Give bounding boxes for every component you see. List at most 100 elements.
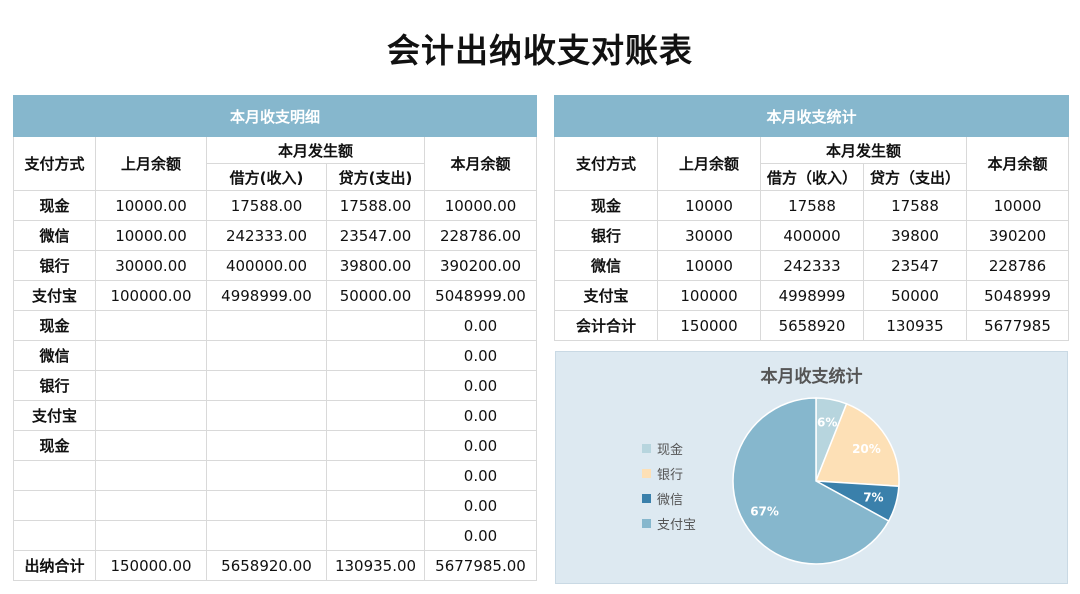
previous-balance-cell: 10000.00 <box>95 220 207 251</box>
previous-balance-cell <box>95 370 207 401</box>
pie-chart: 本月收支统计 现金 银行 微信 支付宝 6% 20% 7% 67% <box>555 351 1068 584</box>
payment-method-cell <box>13 520 96 551</box>
payment-method-cell: 银行 <box>554 220 658 251</box>
payment-method-cell: 支付宝 <box>554 280 658 311</box>
credit-cell: 23547 <box>863 250 967 281</box>
total-label: 出纳合计 <box>13 550 96 581</box>
total-debit: 5658920 <box>760 310 864 341</box>
payment-method-cell: 微信 <box>13 340 96 371</box>
payment-method-cell: 银行 <box>13 250 96 281</box>
col-monthly-occurred: 本月发生额 <box>206 136 425 164</box>
payment-method-cell: 现金 <box>13 430 96 461</box>
payment-method-cell <box>13 460 96 491</box>
debit-cell <box>206 370 327 401</box>
previous-balance-cell <box>95 340 207 371</box>
debit-cell: 400000 <box>760 220 864 251</box>
table-row: 微信 0.00 <box>13 340 537 371</box>
slice-label: 20% <box>852 442 881 456</box>
table-row: 支付宝 0.00 <box>13 400 537 431</box>
balance-cell: 0.00 <box>424 400 537 431</box>
debit-cell <box>206 430 327 461</box>
previous-balance-cell: 30000 <box>657 220 761 251</box>
credit-cell: 39800.00 <box>326 250 425 281</box>
col-previous-balance: 上月余额 <box>95 136 207 191</box>
table-row: 0.00 <box>13 460 537 491</box>
credit-cell <box>326 310 425 341</box>
debit-cell: 17588.00 <box>206 190 327 221</box>
credit-cell <box>326 460 425 491</box>
pie-svg: 6% 20% 7% 67% <box>732 397 900 565</box>
table-row: 现金 10000 17588 17588 10000 <box>554 190 1069 221</box>
balance-cell: 10000.00 <box>424 190 537 221</box>
credit-cell <box>326 340 425 371</box>
detail-table-header: 本月收支明细 <box>13 95 537 137</box>
debit-cell <box>206 520 327 551</box>
total-label: 会计合计 <box>554 310 658 341</box>
debit-cell <box>206 460 327 491</box>
previous-balance-cell: 10000 <box>657 250 761 281</box>
payment-method-cell: 现金 <box>13 310 96 341</box>
payment-method-cell <box>13 490 96 521</box>
credit-cell: 39800 <box>863 220 967 251</box>
previous-balance-cell: 30000.00 <box>95 250 207 281</box>
debit-cell: 242333 <box>760 250 864 281</box>
balance-cell: 0.00 <box>424 370 537 401</box>
table-row: 0.00 <box>13 490 537 521</box>
payment-method-cell: 银行 <box>13 370 96 401</box>
balance-cell: 0.00 <box>424 340 537 371</box>
payment-method-cell: 现金 <box>554 190 658 221</box>
balance-cell: 228786 <box>966 250 1069 281</box>
debit-cell: 17588 <box>760 190 864 221</box>
total-balance: 5677985.00 <box>424 550 537 581</box>
col-monthly-occurred: 本月发生额 <box>760 136 967 164</box>
col-payment-method: 支付方式 <box>13 136 96 191</box>
table-row: 银行 30000 400000 39800 390200 <box>554 220 1069 251</box>
balance-cell: 390200 <box>966 220 1069 251</box>
previous-balance-cell <box>95 430 207 461</box>
col-current-balance: 本月余额 <box>966 136 1069 191</box>
table-row: 现金 0.00 <box>13 430 537 461</box>
table-row: 现金 0.00 <box>13 310 537 341</box>
debit-cell: 4998999.00 <box>206 280 327 311</box>
table-row: 银行 0.00 <box>13 370 537 401</box>
previous-balance-cell: 100000.00 <box>95 280 207 311</box>
col-current-balance: 本月余额 <box>424 136 537 191</box>
credit-cell <box>326 490 425 521</box>
balance-cell: 390200.00 <box>424 250 537 281</box>
col-debit: 借方(收入) <box>206 163 327 191</box>
col-previous-balance: 上月余额 <box>657 136 761 191</box>
balance-cell: 0.00 <box>424 310 537 341</box>
slice-label: 6% <box>817 415 837 429</box>
table-row: 支付宝 100000 4998999 50000 5048999 <box>554 280 1069 311</box>
table-row: 0.00 <box>13 520 537 551</box>
statistics-table-header: 本月收支统计 <box>554 95 1069 137</box>
balance-cell: 228786.00 <box>424 220 537 251</box>
monthly-statistics-table: 本月收支统计 支付方式 上月余额 本月发生额 本月余额 借方（收入） 贷方（支出… <box>554 95 1069 341</box>
payment-method-cell: 微信 <box>554 250 658 281</box>
total-credit: 130935.00 <box>326 550 425 581</box>
credit-cell <box>326 430 425 461</box>
credit-cell: 17588 <box>863 190 967 221</box>
credit-cell: 50000.00 <box>326 280 425 311</box>
table-row: 支付宝 100000.00 4998999.00 50000.00 5048999.00 <box>13 280 537 311</box>
credit-cell <box>326 370 425 401</box>
previous-balance-cell <box>95 520 207 551</box>
credit-cell: 17588.00 <box>326 190 425 221</box>
page-title: 会计出纳收支对账表 <box>387 31 693 70</box>
debit-cell: 4998999 <box>760 280 864 311</box>
total-balance: 5677985 <box>966 310 1069 341</box>
total-prev: 150000.00 <box>95 550 207 581</box>
previous-balance-cell: 10000 <box>657 190 761 221</box>
previous-balance-cell <box>95 490 207 521</box>
debit-cell: 242333.00 <box>206 220 327 251</box>
payment-method-cell: 支付宝 <box>13 400 96 431</box>
balance-cell: 5048999.00 <box>424 280 537 311</box>
total-debit: 5658920.00 <box>206 550 327 581</box>
balance-cell: 0.00 <box>424 460 537 491</box>
debit-cell <box>206 310 327 341</box>
table-row: 银行 30000.00 400000.00 39800.00 390200.00 <box>13 250 537 281</box>
debit-cell <box>206 490 327 521</box>
debit-cell <box>206 340 327 371</box>
monthly-detail-table: 本月收支明细 支付方式 上月余额 本月发生额 本月余额 借方(收入) 贷方(支出… <box>13 95 537 581</box>
col-payment-method: 支付方式 <box>554 136 658 191</box>
